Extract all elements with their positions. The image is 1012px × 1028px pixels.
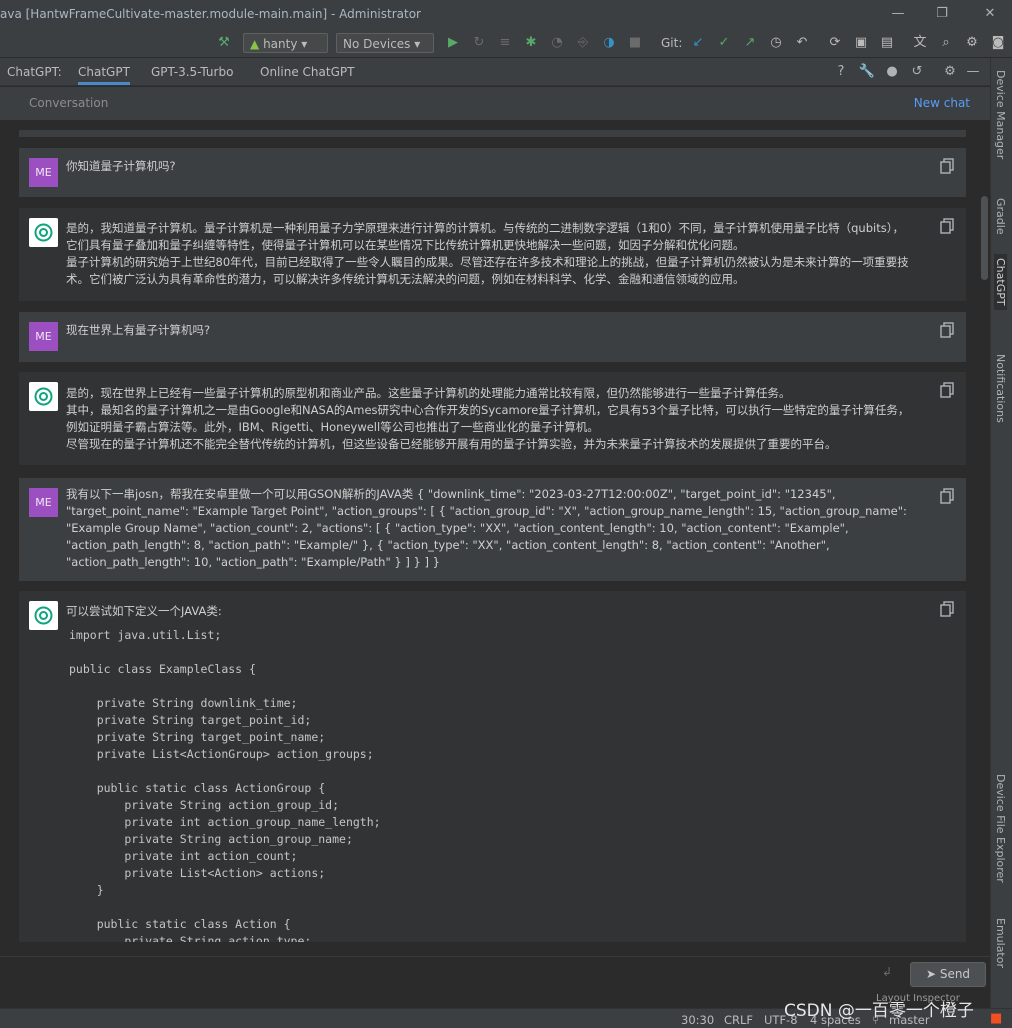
title-bar: ava [HantwFrameCultivate-master.module-m… xyxy=(0,0,1012,29)
right-tool-stripe: Device Manager Gradle ChatGPT Notificati… xyxy=(990,58,1012,1008)
message-user: ME 现在世界上有量子计算机吗? xyxy=(19,312,966,362)
git-update-icon[interactable]: ↙ xyxy=(689,33,707,53)
chevron-down-icon: ▾ xyxy=(301,37,308,51)
stripe-gradle[interactable]: Gradle xyxy=(994,198,1007,235)
copy-icon[interactable] xyxy=(940,488,954,504)
run-config-value: hanty xyxy=(263,37,298,51)
sdk-manager-icon[interactable]: ▤ xyxy=(878,33,896,53)
translate-icon[interactable]: 文 xyxy=(911,33,929,53)
profile-icon[interactable]: ◔ xyxy=(548,33,566,53)
message-user: ME 我有以下一串josn，帮我在安卓里做一个可以用GSON解析的JAVA类 {… xyxy=(19,478,966,581)
settings-icon[interactable]: ⚙ xyxy=(963,33,981,53)
main-toolbar: ⚒ ▲ hanty ▾ No Devices ▾ ▶ ↻ ≡ ✱ ◔ ⎆ ◑ ■… xyxy=(0,29,1012,58)
android-profiler-icon[interactable]: ◑ xyxy=(600,33,618,53)
conversation-header: Conversation New chat xyxy=(0,87,990,120)
avatar: ME xyxy=(29,322,58,351)
message-list[interactable]: ME 你知道量子计算机吗? 是的，我知道量子计算机。量子计算机是一种利用量子力学… xyxy=(0,120,990,942)
message-assistant: 可以尝试如下定义一个JAVA类: import java.util.List; … xyxy=(19,591,966,942)
message-text: 是的，现在世界上已经有一些量子计算机的原型机和商业产品。这些量子计算机的处理能力… xyxy=(66,386,910,451)
tab-gpt-35-turbo[interactable]: GPT-3.5-Turbo xyxy=(151,65,233,79)
history-icon[interactable]: ◷ xyxy=(767,33,785,53)
avatar: ME xyxy=(29,488,58,517)
git-label: Git: xyxy=(661,36,683,50)
message-text: 你知道量子计算机吗? xyxy=(66,159,176,173)
attach-debugger-icon[interactable]: ⎆ xyxy=(574,33,592,53)
openai-icon xyxy=(29,218,58,247)
message-user: ME 你知道量子计算机吗? xyxy=(19,148,966,197)
copy-icon[interactable] xyxy=(940,322,954,338)
caret-position[interactable]: 30:30 xyxy=(681,1013,714,1027)
git-commit-icon[interactable]: ✓ xyxy=(715,33,733,53)
gear-icon[interactable]: ⚙ xyxy=(941,63,959,81)
sync-gradle-icon[interactable]: ⟳ xyxy=(826,33,844,53)
send-icon: ➤ xyxy=(925,967,936,981)
git-push-icon[interactable]: ↗ xyxy=(741,33,759,53)
openai-icon xyxy=(29,601,58,630)
prompt-input[interactable] xyxy=(2,959,904,988)
hide-icon[interactable]: — xyxy=(964,63,982,81)
device-select[interactable]: No Devices ▾ xyxy=(336,33,434,53)
line-separator[interactable]: CRLF xyxy=(724,1013,753,1027)
send-label: Send xyxy=(939,967,971,981)
rerun-icon[interactable]: ↻ xyxy=(470,33,488,53)
message-assistant: 是的，我知道量子计算机。量子计算机是一种利用量子力学原理来进行计算的计算机。与传… xyxy=(19,208,966,301)
windows-logo-icon: ■ xyxy=(990,1011,1003,1026)
maximize-button[interactable]: ❐ xyxy=(927,4,957,24)
search-icon[interactable]: ⌕ xyxy=(937,33,955,53)
debug-icon[interactable]: ✱ xyxy=(522,33,540,53)
run-icon[interactable]: ▶ xyxy=(444,33,462,53)
wrench-icon[interactable]: 🔧 xyxy=(858,63,876,81)
avatar-icon[interactable]: ◙ xyxy=(989,33,1007,53)
copy-icon[interactable] xyxy=(940,218,954,234)
previous-message-edge xyxy=(19,130,966,137)
conversation-title: Conversation xyxy=(29,96,109,110)
stripe-chatgpt[interactable]: ChatGPT xyxy=(994,254,1007,310)
tab-online-chatgpt[interactable]: Online ChatGPT xyxy=(260,65,354,79)
message-text: 是的，我知道量子计算机。量子计算机是一种利用量子力学原理来进行计算的计算机。与传… xyxy=(66,221,909,286)
stripe-emulator[interactable]: Emulator xyxy=(994,918,1007,968)
code-block: import java.util.List; public class Exam… xyxy=(69,628,381,942)
send-button[interactable]: ➤ Send xyxy=(910,962,986,987)
close-button[interactable]: ✕ xyxy=(975,4,1005,24)
enter-icon: ↲ xyxy=(882,965,893,979)
window-title: ava [HantwFrameCultivate-master.module-m… xyxy=(0,7,421,21)
message-text: 我有以下一串josn，帮我在安卓里做一个可以用GSON解析的JAVA类 { "d… xyxy=(66,487,911,569)
copy-icon[interactable] xyxy=(940,382,954,398)
rollback-icon[interactable]: ↶ xyxy=(793,33,811,53)
chevron-down-icon: ▾ xyxy=(414,37,421,51)
avatar: ME xyxy=(29,158,58,187)
minimize-button[interactable]: — xyxy=(883,4,913,24)
help-icon[interactable]: ? xyxy=(832,63,850,81)
message-text: 可以尝试如下定义一个JAVA类: xyxy=(66,604,222,618)
stop-icon[interactable]: ■ xyxy=(626,33,644,53)
stripe-notifications[interactable]: Notifications xyxy=(994,354,1007,423)
copy-icon[interactable] xyxy=(940,601,954,617)
run-config-select[interactable]: ▲ hanty ▾ xyxy=(243,33,328,53)
github-icon[interactable]: ● xyxy=(883,63,901,81)
device-manager-icon[interactable]: ▣ xyxy=(852,33,870,53)
new-chat-link[interactable]: New chat xyxy=(914,96,970,110)
refresh-icon[interactable]: ↺ xyxy=(908,63,926,81)
stripe-device-file-explorer[interactable]: Device File Explorer xyxy=(994,774,1007,883)
chatgpt-toolwindow-header: ChatGPT: ChatGPT GPT-3.5-Turbo Online Ch… xyxy=(0,58,990,86)
toolwindow-prefix: ChatGPT: xyxy=(7,65,62,79)
tab-chatgpt[interactable]: ChatGPT xyxy=(78,65,130,85)
copy-icon[interactable] xyxy=(940,158,954,174)
android-icon: ▲ xyxy=(250,37,260,51)
input-bar: ⌕ ↲ ➤ Send xyxy=(0,956,990,990)
openai-icon xyxy=(29,382,58,411)
message-assistant: 是的，现在世界上已经有一些量子计算机的原型机和商业产品。这些量子计算机的处理能力… xyxy=(19,372,966,465)
csdn-watermark: CSDN @一百零一个橙子 xyxy=(784,1001,974,1021)
apply-changes-icon[interactable]: ≡ xyxy=(496,33,514,53)
hammer-icon[interactable]: ⚒ xyxy=(215,33,233,53)
vertical-scrollbar[interactable] xyxy=(981,196,988,280)
message-text: 现在世界上有量子计算机吗? xyxy=(66,323,211,337)
stripe-device-manager[interactable]: Device Manager xyxy=(994,70,1007,159)
device-value: No Devices xyxy=(343,37,411,51)
